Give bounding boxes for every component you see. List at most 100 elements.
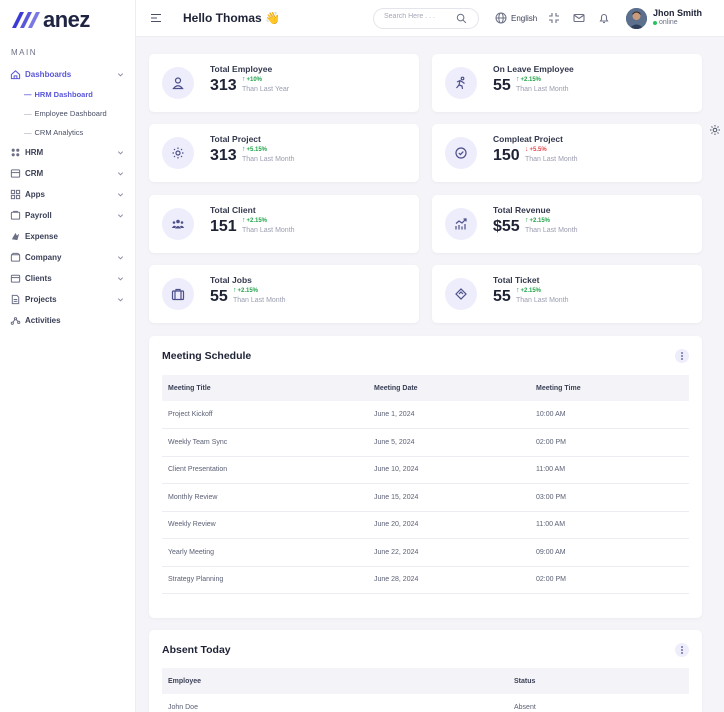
sidebar-subitem-hrm-dashboard[interactable]: — HRM Dashboard bbox=[0, 85, 136, 104]
arrow-up-icon: ↑ bbox=[233, 287, 237, 294]
stat-label: On Leave Employee bbox=[493, 64, 574, 74]
stat-trend: ↑ +2.15% bbox=[233, 287, 258, 294]
stat-trend-value: +2.15% bbox=[237, 287, 259, 294]
table-row[interactable]: Client Presentation June 10, 2024 11:00 AM bbox=[162, 456, 689, 484]
sidebar-item-clients[interactable]: Clients bbox=[0, 268, 136, 289]
chevron-down-icon bbox=[117, 256, 124, 260]
sidebar-item-crm[interactable]: CRM bbox=[0, 163, 136, 184]
apps-grid-icon bbox=[10, 189, 21, 200]
absent-table: Employee Status John Doe Absent bbox=[162, 668, 689, 712]
hrm-icon bbox=[11, 148, 20, 157]
table-row[interactable]: John Doe Absent bbox=[162, 694, 689, 712]
stat-label: Total Project bbox=[210, 134, 261, 144]
meeting-date-cell: June 1, 2024 bbox=[368, 401, 530, 429]
language-selector[interactable]: English bbox=[495, 12, 537, 24]
fullscreen-icon[interactable] bbox=[548, 12, 560, 24]
search-input[interactable] bbox=[384, 13, 454, 20]
language-label: English bbox=[511, 13, 538, 23]
user-name[interactable]: Jhon Smith bbox=[653, 8, 702, 18]
sidebar-item-apps[interactable]: Apps bbox=[0, 184, 136, 205]
stat-trend-value: +2.15% bbox=[520, 287, 542, 294]
stat-period: Than Last Year bbox=[242, 86, 290, 93]
online-dot bbox=[653, 20, 657, 25]
meeting-title-cell: Weekly Review bbox=[162, 511, 368, 539]
sidebar-subitem-label: Employee Dashboard bbox=[34, 109, 107, 118]
table-row[interactable]: Monthly Review June 15, 2024 03:00 PM bbox=[162, 483, 689, 512]
sidebar-item-dashboards[interactable]: Dashboards bbox=[0, 64, 136, 85]
projects-icon bbox=[11, 294, 20, 305]
stat-label: Total Jobs bbox=[210, 275, 252, 285]
sidebar-item-activities[interactable]: Activities bbox=[0, 310, 136, 331]
meeting-title-cell: Weekly Team Sync bbox=[162, 428, 368, 457]
brand-logo[interactable]: anez bbox=[11, 7, 90, 33]
stat-trend: ↓ +5.5% bbox=[525, 146, 547, 153]
table-row[interactable]: Yearly Meeting June 22, 2024 09:00 AM bbox=[162, 538, 689, 567]
stat-card-total-employee: Total Employee 313 ↑ +10% Than Last Year bbox=[149, 54, 419, 112]
running-person-icon bbox=[456, 76, 465, 90]
column-header: Meeting Date bbox=[368, 375, 530, 401]
crm-icon bbox=[10, 169, 21, 178]
meeting-time-cell: 02:00 PM bbox=[530, 428, 689, 457]
meeting-schedule-title: Meeting Schedule bbox=[162, 350, 252, 362]
sidebar-section-label: MAIN bbox=[11, 48, 37, 57]
meeting-time-cell: 11:00 AM bbox=[530, 456, 689, 484]
sidebar-item-label: Expense bbox=[25, 232, 58, 241]
stat-card-total-jobs: Total Jobs 55 ↑ +2.15% Than Last Month bbox=[149, 265, 419, 323]
avatar[interactable] bbox=[626, 8, 647, 29]
search-box[interactable] bbox=[373, 8, 479, 29]
menu-toggle-icon[interactable] bbox=[150, 12, 162, 24]
meeting-table: Meeting Title Meeting Date Meeting Time … bbox=[162, 375, 689, 594]
user-icon bbox=[172, 77, 184, 90]
search-icon[interactable] bbox=[456, 13, 467, 24]
subitem-dash: — bbox=[24, 128, 32, 137]
kebab-menu-icon bbox=[681, 646, 683, 654]
mail-icon[interactable] bbox=[573, 12, 585, 24]
more-options-button[interactable] bbox=[675, 643, 689, 657]
stat-label: Total Revenue bbox=[493, 205, 551, 215]
sidebar-item-company[interactable]: Company bbox=[0, 247, 136, 268]
table-row[interactable]: Project Kickoff June 1, 2024 10:00 AM bbox=[162, 401, 689, 429]
settings-gear-icon[interactable] bbox=[709, 124, 721, 136]
check-badge-icon bbox=[455, 147, 467, 159]
stat-value: 313 bbox=[210, 77, 237, 94]
sidebar-item-hrm[interactable]: HRM bbox=[0, 142, 136, 163]
bell-icon[interactable] bbox=[598, 12, 610, 24]
sidebar-item-payroll[interactable]: Payroll bbox=[0, 205, 136, 226]
subitem-dash: — bbox=[24, 90, 32, 99]
briefcase-icon bbox=[171, 288, 185, 301]
table-row[interactable]: Weekly Review June 20, 2024 11:00 AM bbox=[162, 511, 689, 539]
stat-trend-value: +2.15% bbox=[246, 217, 268, 224]
meeting-title-cell: Monthly Review bbox=[162, 483, 368, 512]
subitem-dash: — bbox=[24, 109, 32, 118]
company-icon bbox=[10, 252, 21, 262]
employee-cell: John Doe bbox=[162, 694, 508, 712]
sidebar-item-projects[interactable]: Projects bbox=[0, 289, 136, 310]
stat-card-on-leave-employee: On Leave Employee 55 ↑ +2.15% Than Last M… bbox=[432, 54, 702, 112]
stat-value: 55 bbox=[493, 288, 511, 305]
status-cell: Absent bbox=[508, 694, 689, 712]
meeting-schedule-card: Meeting Schedule Meeting Title Meeting D… bbox=[149, 336, 702, 618]
globe-icon bbox=[495, 12, 507, 24]
meeting-time-cell: 02:00 PM bbox=[530, 566, 689, 594]
meeting-time-cell: 11:00 AM bbox=[530, 511, 689, 539]
sidebar-nav: Dashboards — HRM Dashboard — Employee Da… bbox=[0, 64, 136, 331]
users-group-icon bbox=[171, 219, 185, 229]
stat-label: Total Ticket bbox=[493, 275, 540, 285]
table-row[interactable]: Weekly Team Sync June 5, 2024 02:00 PM bbox=[162, 428, 689, 457]
sidebar: anez MAIN Dashboards — HRM Dashboard — E… bbox=[0, 0, 136, 712]
sidebar-subitem-employee-dashboard[interactable]: — Employee Dashboard bbox=[0, 104, 136, 123]
sidebar-subitem-crm-analytics[interactable]: — CRM Analytics bbox=[0, 123, 136, 142]
stat-card-total-ticket: Total Ticket 55 ↑ +2.15% Than Last Month bbox=[432, 265, 702, 323]
stat-value: 150 bbox=[493, 147, 520, 164]
more-options-button[interactable] bbox=[675, 349, 689, 363]
stat-label: Total Client bbox=[210, 205, 256, 215]
sidebar-item-expense[interactable]: Expense bbox=[0, 226, 136, 247]
stat-trend: ↑ +5.15% bbox=[242, 146, 267, 153]
table-row[interactable]: Strategy Planning June 28, 2024 02:00 PM bbox=[162, 566, 689, 594]
stat-period: Than Last Month bbox=[242, 227, 295, 234]
stat-period: Than Last Month bbox=[525, 227, 578, 234]
column-header: Employee bbox=[162, 668, 508, 694]
meeting-time-cell: 09:00 AM bbox=[530, 538, 689, 567]
stat-trend: ↑ +2.15% bbox=[525, 217, 550, 224]
stat-trend-value: +2.15% bbox=[520, 76, 542, 83]
